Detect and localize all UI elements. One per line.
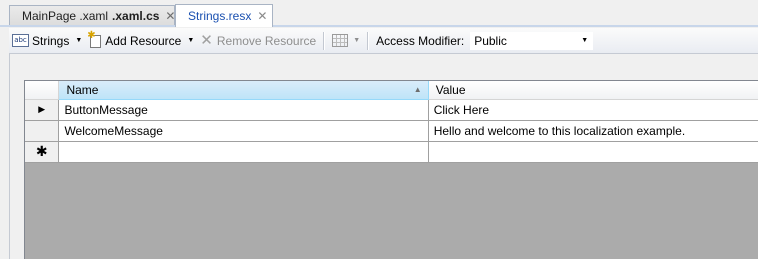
column-header-value[interactable]: Value — [428, 81, 758, 100]
grid-view-icon — [332, 34, 349, 47]
document-tab-strip: MainPage .xaml .xaml.cs ✕ Strings.resx ✕ — [0, 0, 758, 28]
cell-value[interactable]: Hello and welcome to this localization e… — [428, 120, 758, 142]
new-row-asterisk-icon[interactable]: ✱ — [25, 141, 60, 163]
tab-mainpage-xaml-cs[interactable]: MainPage .xaml .xaml.cs ✕ — [9, 5, 175, 26]
tab-strip-baseline — [0, 25, 758, 27]
tab-label-bold: .xaml.cs — [112, 9, 160, 23]
remove-resource-label: Remove Resource — [216, 33, 317, 48]
tab-label: Strings.resx — [188, 9, 252, 23]
cell-value[interactable]: Click Here — [428, 99, 758, 121]
delete-x-icon: ✕ — [200, 31, 213, 49]
add-resource-button[interactable]: ✱ Add Resource ▼ — [85, 30, 197, 52]
strings-abc-icon: abc — [12, 34, 29, 47]
sort-ascending-icon: ▲ — [413, 85, 422, 94]
grid-header-row: Name ▲ Value — [25, 81, 758, 100]
access-modifier-group: Access Modifier: Public ▼ — [373, 30, 596, 52]
row-header[interactable] — [25, 120, 60, 142]
column-header-label: Name — [66, 82, 99, 97]
select-all-corner[interactable] — [25, 81, 60, 100]
resource-editor-panel: Name ▲ Value ▶ ButtonMessage Click Here … — [9, 54, 758, 259]
strings-label: Strings — [32, 33, 70, 48]
cell-name[interactable]: ButtonMessage — [58, 99, 429, 121]
cell-name[interactable]: WelcomeMessage — [58, 120, 429, 142]
chevron-down-icon: ▼ — [187, 37, 195, 44]
close-icon[interactable]: ✕ — [165, 9, 175, 23]
new-row[interactable]: ✱ — [25, 141, 758, 163]
chevron-down-icon: ▼ — [75, 37, 83, 44]
column-header-name[interactable]: Name ▲ — [58, 81, 429, 100]
column-header-label: Value — [435, 82, 466, 97]
cell-value[interactable] — [428, 141, 758, 163]
toolbar-separator — [367, 31, 370, 50]
tab-strings-resx[interactable]: Strings.resx ✕ — [175, 4, 273, 27]
chevron-down-icon: ▼ — [581, 37, 589, 44]
access-modifier-value: Public — [474, 33, 507, 48]
row-indicator-current-icon[interactable]: ▶ — [25, 99, 60, 121]
new-document-icon: ✱ — [87, 31, 102, 48]
access-modifier-select[interactable]: Public ▼ — [470, 31, 594, 50]
remove-resource-button[interactable]: ✕ Remove Resource — [197, 30, 319, 52]
table-row[interactable]: ▶ ButtonMessage Click Here — [25, 99, 758, 121]
resource-editor-toolbar: abc Strings ▼ ✱ Add Resource ▼ ✕ Remove … — [9, 28, 758, 54]
cell-name[interactable] — [58, 141, 429, 163]
chevron-down-icon: ▼ — [353, 37, 361, 44]
close-icon[interactable]: ✕ — [257, 9, 267, 23]
toolbar-separator — [323, 31, 326, 50]
add-resource-label: Add Resource — [105, 33, 182, 48]
tab-label: MainPage .xaml — [22, 9, 109, 23]
resource-table: Name ▲ Value ▶ ButtonMessage Click Here … — [25, 81, 758, 163]
access-modifier-label: Access Modifier: — [376, 33, 465, 48]
view-dropdown-button[interactable]: ▼ — [329, 30, 363, 52]
resource-grid: Name ▲ Value ▶ ButtonMessage Click Here … — [24, 80, 758, 259]
strings-dropdown-button[interactable]: abc Strings ▼ — [9, 30, 85, 52]
table-row[interactable]: WelcomeMessage Hello and welcome to this… — [25, 120, 758, 142]
